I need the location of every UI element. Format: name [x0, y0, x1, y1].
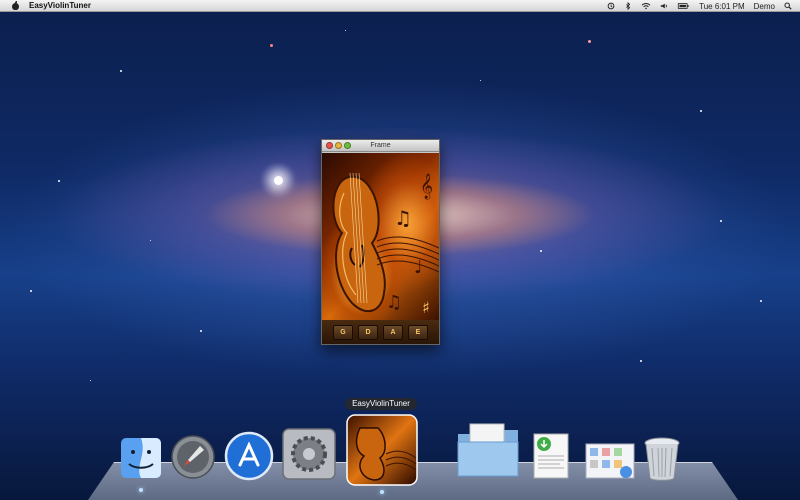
svg-text:♫: ♫ [394, 206, 412, 230]
string-selector: G D A E [322, 320, 439, 344]
svg-text:♫: ♫ [386, 292, 402, 313]
running-indicator [139, 488, 143, 492]
menu-extras: Tue 6:01 PM Demo [607, 0, 792, 12]
document-icon [533, 433, 569, 479]
apple-menu-icon[interactable] [11, 1, 20, 10]
zoom-button[interactable] [344, 142, 351, 149]
string-button-g[interactable]: G [333, 324, 353, 340]
dock-item-app-store[interactable] [224, 431, 274, 481]
app-store-icon [224, 431, 274, 481]
app-window: Frame 𝄞 ♫ ♩ ♫ ♯ G D A E [321, 139, 440, 345]
dock-item-easyviolintuner[interactable] [346, 414, 418, 486]
dock-item-system-preferences[interactable] [281, 427, 337, 481]
minimize-button[interactable] [335, 142, 342, 149]
dock-item-applications[interactable] [584, 440, 636, 482]
stack-icon [585, 443, 635, 479]
violin-illustration: 𝄞 ♫ ♩ ♫ ♯ [332, 172, 439, 317]
menu-clock[interactable]: Tue 6:01 PM [699, 2, 745, 11]
battery-icon[interactable] [677, 2, 690, 10]
folder-icon [457, 423, 519, 477]
menu-user[interactable]: Demo [754, 2, 775, 11]
string-button-d[interactable]: D [358, 324, 378, 340]
running-indicator [380, 490, 384, 494]
string-button-e[interactable]: E [408, 324, 428, 340]
time-machine-icon[interactable] [607, 2, 615, 10]
svg-text:♩: ♩ [414, 257, 423, 278]
spotlight-search-icon[interactable] [784, 2, 792, 10]
close-button[interactable] [326, 142, 333, 149]
dock-item-finder[interactable] [119, 436, 163, 480]
dock-item-downloads[interactable] [530, 430, 574, 482]
gear-icon [282, 428, 336, 480]
svg-text:♯: ♯ [422, 298, 430, 317]
dock-tooltip: EasyViolinTuner [345, 398, 417, 410]
window-titlebar[interactable]: Frame [322, 140, 439, 152]
bluetooth-icon[interactable] [624, 2, 632, 10]
svg-text:𝄞: 𝄞 [420, 173, 433, 199]
volume-icon[interactable] [660, 2, 668, 10]
string-button-a[interactable]: A [383, 324, 403, 340]
window-title: Frame [370, 142, 391, 149]
violin-artwork: 𝄞 ♫ ♩ ♫ ♯ [322, 153, 439, 321]
dock-item-trash[interactable] [642, 436, 682, 482]
app-menu[interactable]: EasyViolinTuner [29, 1, 91, 10]
wifi-icon[interactable] [641, 2, 651, 10]
violin-icon [346, 414, 418, 486]
finder-icon [121, 438, 161, 478]
trash-icon [644, 437, 680, 481]
menu-bar: EasyViolinTuner Tue 6:01 PM Demo [0, 0, 800, 12]
dock-item-documents[interactable] [456, 420, 520, 480]
dock-item-launchpad[interactable] [170, 434, 216, 480]
rocket-icon [171, 435, 215, 479]
